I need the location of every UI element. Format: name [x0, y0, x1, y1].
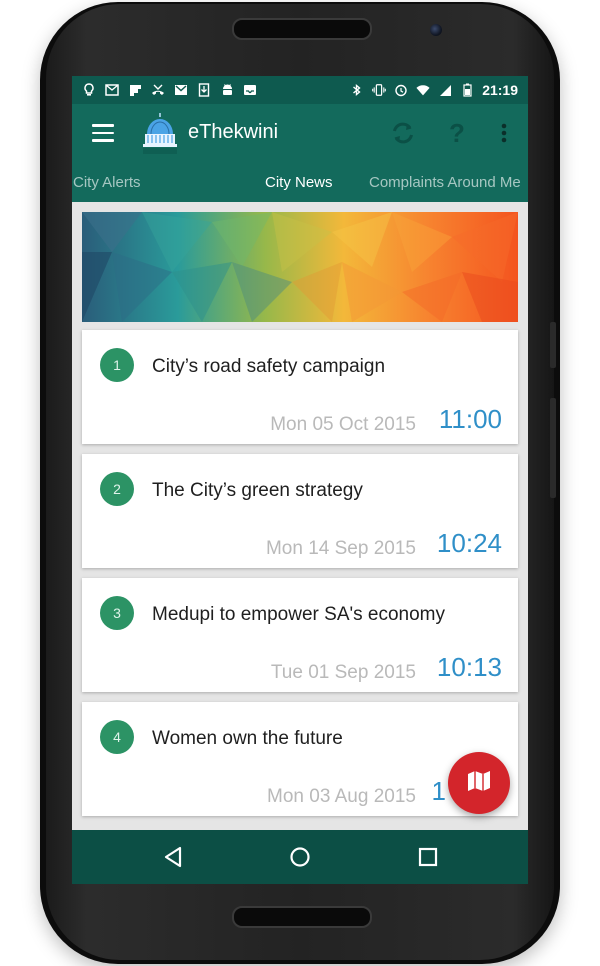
inbox-icon — [243, 83, 257, 97]
number-badge: 1 — [100, 348, 134, 382]
news-title: Medupi to empower SA's economy — [152, 604, 445, 625]
tab-complaints-around-me[interactable]: Complaints Around Me — [369, 174, 521, 191]
overflow-menu-icon[interactable] — [490, 119, 518, 147]
news-time: 10:13 — [436, 652, 502, 682]
municipality-logo — [142, 110, 178, 156]
map-fab-button[interactable] — [448, 752, 510, 814]
back-icon[interactable] — [158, 842, 188, 872]
number-badge: 3 — [100, 596, 134, 630]
app-bar: eThekwini ? — [72, 104, 528, 162]
status-time: 21:19 — [482, 82, 518, 98]
bluetooth-icon — [350, 83, 364, 97]
news-time: 10:24 — [436, 528, 502, 558]
news-time: 11:00 — [438, 404, 502, 434]
recents-icon[interactable] — [413, 842, 443, 872]
bulb-icon — [82, 83, 96, 97]
refresh-icon[interactable] — [389, 119, 417, 147]
map-icon — [466, 768, 492, 799]
bottom-speaker — [232, 906, 372, 928]
news-date: Tue 01 Sep 2015 — [270, 662, 416, 683]
news-card[interactable]: 2 The City’s green strategy Mon 14 Sep 2… — [82, 454, 518, 568]
tab-city-alerts[interactable]: City Alerts — [73, 174, 141, 191]
volume-button — [550, 322, 556, 368]
news-time: 1 — [431, 776, 446, 806]
news-card[interactable]: 1 City’s road safety campaign Mon 05 Oct… — [82, 330, 518, 444]
android-icon — [220, 83, 234, 97]
header-banner-image — [82, 212, 518, 322]
power-button — [550, 398, 556, 498]
email-icon — [105, 83, 119, 97]
news-date: Mon 14 Sep 2015 — [265, 538, 416, 559]
app-title: eThekwini — [188, 121, 279, 143]
number-badge: 4 — [100, 720, 134, 754]
news-title: City’s road safety campaign — [152, 356, 386, 377]
number-badge: 2 — [100, 472, 134, 506]
news-list: 1 City’s road safety campaign Mon 05 Oct… — [72, 202, 528, 830]
news-title: Women own the future — [152, 728, 343, 749]
menu-icon[interactable] — [92, 124, 114, 142]
vibrate-icon — [372, 83, 387, 97]
tab-city-news[interactable]: City News — [265, 174, 333, 191]
cellular-icon — [438, 83, 452, 97]
missed-call-icon — [151, 83, 165, 97]
news-date: Mon 03 Aug 2015 — [267, 786, 416, 807]
phone-screen: 21:19 eThekwini ? City Alerts City News … — [72, 76, 528, 884]
download-icon — [197, 83, 211, 97]
flipboard-icon — [128, 83, 142, 97]
alarm-icon — [394, 83, 408, 97]
news-card[interactable]: 3 Medupi to empower SA's economy Tue 01 … — [82, 578, 518, 692]
help-icon[interactable]: ? — [443, 118, 471, 148]
tab-bar: City Alerts City News Complaints Around … — [72, 162, 528, 202]
front-camera — [430, 24, 442, 36]
system-nav-bar — [72, 830, 528, 884]
gmail-icon — [174, 83, 188, 97]
battery-icon — [460, 83, 474, 97]
news-date: Mon 05 Oct 2015 — [270, 414, 416, 435]
wifi-icon — [416, 83, 430, 97]
status-bar: 21:19 — [72, 76, 528, 104]
top-speaker — [232, 18, 372, 40]
news-title: The City’s green strategy — [152, 480, 363, 501]
home-icon[interactable] — [285, 842, 315, 872]
